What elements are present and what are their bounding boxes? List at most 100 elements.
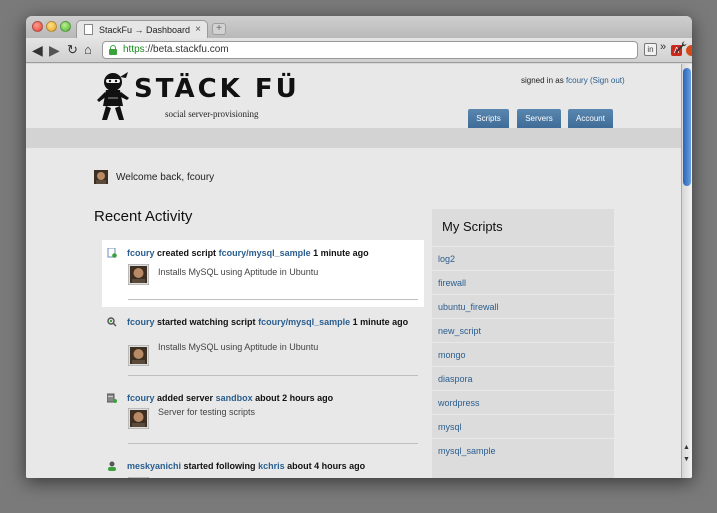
script-link[interactable]: mysql_sample bbox=[438, 446, 496, 456]
script-link[interactable]: firewall bbox=[438, 278, 466, 288]
activity-headline: fcoury started watching script fcoury/my… bbox=[127, 316, 417, 328]
script-link[interactable]: wordpress bbox=[438, 398, 480, 408]
nav-scripts-button[interactable]: Scripts bbox=[468, 109, 509, 128]
activity-item: fcoury started watching script fcoury/my… bbox=[102, 314, 424, 384]
home-icon[interactable]: ⌂ bbox=[84, 41, 92, 59]
list-item: mysql bbox=[432, 414, 614, 438]
activity-time: about 2 hours ago bbox=[255, 393, 334, 403]
activity-item: meskyanichi started following kchris abo… bbox=[102, 459, 424, 478]
activity-divider bbox=[128, 443, 418, 444]
tab-stackfu-dashboard[interactable]: StackFu → Dashboard × bbox=[76, 20, 208, 39]
activity-target-link[interactable]: fcoury/mysql_sample bbox=[219, 248, 311, 258]
script-link[interactable]: new_script bbox=[438, 326, 481, 336]
scrollbar-thumb[interactable] bbox=[683, 68, 691, 186]
back-icon[interactable]: ◀ bbox=[32, 41, 43, 59]
activity-user-link[interactable]: fcoury bbox=[127, 393, 155, 403]
linkedin-extension-icon[interactable]: in bbox=[644, 43, 657, 56]
vertical-scrollbar[interactable]: ▲ ▼ bbox=[681, 64, 692, 478]
url-host: ://beta.stackfu.com bbox=[144, 44, 229, 55]
watch-icon bbox=[107, 317, 117, 327]
tab-strip: StackFu → Dashboard × + bbox=[26, 16, 692, 39]
activity-item: fcoury created script fcoury/mysql_sampl… bbox=[102, 240, 424, 307]
avatar[interactable] bbox=[128, 345, 149, 366]
site-header: STÄCK FÜ social server-provisioning sign… bbox=[26, 64, 681, 128]
list-item: mysql_sample bbox=[432, 438, 614, 462]
page-viewport: STÄCK FÜ social server-provisioning sign… bbox=[26, 64, 681, 478]
browser-toolbar: ◀ ▶ ↻ ⌂ https://beta.stackfu.com A ☆ in … bbox=[26, 38, 692, 63]
list-item: log2 bbox=[432, 246, 614, 270]
forward-icon[interactable]: ▶ bbox=[49, 41, 60, 59]
url-scheme: https bbox=[123, 44, 145, 55]
site-tagline: social server-provisioning bbox=[165, 109, 259, 119]
activity-time: about 4 hours ago bbox=[287, 461, 366, 471]
more-extensions-icon[interactable]: » bbox=[660, 41, 666, 53]
activity-target-link[interactable]: sandbox bbox=[216, 393, 253, 403]
nav-servers-button[interactable]: Servers bbox=[517, 109, 561, 128]
activity-verb: started following bbox=[183, 461, 256, 471]
wrench-menu-icon[interactable] bbox=[675, 41, 687, 56]
username-link[interactable]: fcoury bbox=[566, 76, 588, 85]
activity-verb: added server bbox=[157, 393, 214, 403]
nav-bar bbox=[26, 128, 681, 148]
window-maximize-button[interactable] bbox=[60, 21, 71, 32]
activity-time: 1 minute ago bbox=[313, 248, 369, 258]
lock-icon bbox=[109, 45, 117, 55]
script-add-icon bbox=[107, 248, 117, 258]
site-title[interactable]: STÄCK FÜ bbox=[134, 74, 300, 104]
recent-activity-title: Recent Activity bbox=[94, 208, 193, 225]
tab-close-icon[interactable]: × bbox=[195, 24, 201, 35]
avatar[interactable] bbox=[128, 477, 149, 478]
activity-user-link[interactable]: meskyanichi bbox=[127, 461, 181, 471]
script-link[interactable]: log2 bbox=[438, 254, 455, 264]
activity-target-link[interactable]: fcoury/mysql_sample bbox=[258, 317, 350, 327]
list-item: ubuntu_firewall bbox=[432, 294, 614, 318]
script-link[interactable]: diaspora bbox=[438, 374, 473, 384]
list-item: mongo bbox=[432, 342, 614, 366]
avatar[interactable] bbox=[94, 170, 108, 184]
script-link[interactable]: ubuntu_firewall bbox=[438, 302, 499, 312]
activity-description: Installs MySQL using Aptitude in Ubuntu bbox=[158, 342, 319, 352]
activity-headline: fcoury created script fcoury/mysql_sampl… bbox=[127, 247, 417, 259]
activity-verb: started watching script bbox=[157, 317, 256, 327]
signed-in-status: signed in as fcoury (Sign out) bbox=[521, 76, 625, 85]
welcome-text: Welcome back, fcoury bbox=[116, 172, 215, 183]
scroll-down-arrow-icon[interactable]: ▼ bbox=[683, 456, 690, 463]
follow-icon bbox=[108, 461, 116, 471]
activity-user-link[interactable]: fcoury bbox=[127, 317, 155, 327]
my-scripts-panel: My Scripts log2 firewall ubuntu_firewall… bbox=[432, 209, 614, 478]
ninja-logo-icon bbox=[97, 72, 129, 120]
scroll-up-arrow-icon[interactable]: ▲ bbox=[683, 444, 690, 451]
avatar[interactable] bbox=[128, 264, 149, 285]
sign-out-link[interactable]: (Sign out) bbox=[590, 76, 625, 85]
my-scripts-title: My Scripts bbox=[442, 219, 503, 234]
list-item: new_script bbox=[432, 318, 614, 342]
activity-item: fcoury added server sandbox about 2 hour… bbox=[102, 391, 424, 451]
activity-divider bbox=[128, 375, 418, 376]
browser-window: StackFu → Dashboard × + ◀ ▶ ↻ ⌂ https://… bbox=[26, 16, 692, 478]
reload-icon[interactable]: ↻ bbox=[67, 41, 78, 59]
avatar[interactable] bbox=[128, 408, 149, 429]
signed-in-label: signed in as bbox=[521, 76, 564, 85]
page-icon bbox=[84, 24, 93, 35]
tab-title: StackFu → Dashboard bbox=[99, 25, 191, 35]
nav-account-button[interactable]: Account bbox=[568, 109, 613, 128]
my-scripts-list: log2 firewall ubuntu_firewall new_script… bbox=[432, 246, 614, 462]
list-item: diaspora bbox=[432, 366, 614, 390]
window-close-button[interactable] bbox=[32, 21, 43, 32]
activity-headline: meskyanichi started following kchris abo… bbox=[127, 460, 417, 472]
script-link[interactable]: mongo bbox=[438, 350, 466, 360]
script-link[interactable]: mysql bbox=[438, 422, 462, 432]
activity-target-link[interactable]: kchris bbox=[258, 461, 285, 471]
activity-user-link[interactable]: fcoury bbox=[127, 248, 155, 258]
activity-time: 1 minute ago bbox=[352, 317, 409, 327]
activity-headline: fcoury added server sandbox about 2 hour… bbox=[127, 392, 417, 404]
address-bar[interactable]: https://beta.stackfu.com A ☆ bbox=[102, 41, 692, 59]
window-minimize-button[interactable] bbox=[46, 21, 57, 32]
server-add-icon bbox=[107, 393, 117, 403]
activity-verb: created script bbox=[157, 248, 217, 258]
new-tab-button[interactable]: + bbox=[212, 23, 226, 35]
list-item: wordpress bbox=[432, 390, 614, 414]
activity-divider bbox=[128, 299, 418, 300]
list-item: firewall bbox=[432, 270, 614, 294]
activity-description: Server for testing scripts bbox=[158, 407, 256, 417]
